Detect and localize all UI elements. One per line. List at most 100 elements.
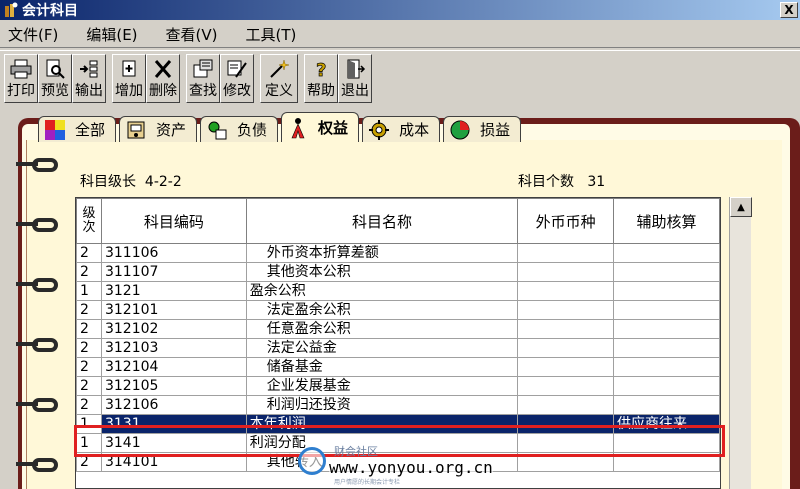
tab-assets[interactable]: 资产 bbox=[119, 116, 198, 142]
table-row[interactable]: 2 312106 利润归还投资 bbox=[76, 395, 720, 415]
print-label: 打印 bbox=[7, 83, 35, 99]
cell-currency bbox=[517, 319, 615, 339]
delete-button[interactable]: 删除 bbox=[146, 54, 180, 103]
menu-bar: 文件(F) 编辑(E) 查看(V) 工具(T) bbox=[0, 21, 800, 48]
menu-view[interactable]: 查看(V) bbox=[162, 24, 222, 45]
menu-file[interactable]: 文件(F) bbox=[4, 24, 62, 45]
equity-icon bbox=[286, 117, 310, 139]
find-label: 查找 bbox=[189, 83, 217, 99]
modify-button[interactable]: 修改 bbox=[220, 54, 254, 103]
col-header-name[interactable]: 科目名称 bbox=[245, 198, 519, 244]
cost-icon bbox=[367, 119, 391, 141]
help-icon: ? bbox=[309, 58, 333, 80]
cell-currency bbox=[517, 357, 615, 377]
table-row[interactable]: 2 312103 法定公益金 bbox=[76, 338, 720, 358]
help-button[interactable]: ? 帮助 bbox=[304, 54, 338, 103]
cell-level: 2 bbox=[76, 319, 102, 339]
binder-ring bbox=[16, 338, 58, 352]
cell-aux bbox=[613, 433, 720, 453]
cell-level: 2 bbox=[76, 300, 102, 320]
col-header-level[interactable]: 级次 bbox=[76, 198, 102, 244]
level-value: 4-2-2 bbox=[144, 174, 182, 190]
help-label: 帮助 bbox=[307, 83, 335, 99]
preview-button[interactable]: 预览 bbox=[38, 54, 72, 103]
toolbar: 打印 预览 输出 增加 删除 查找 修改 定义 ? 帮助 退出 bbox=[0, 50, 800, 106]
table-header-row: 级次 科目编码 科目名称 外币币种 辅助核算 bbox=[76, 198, 720, 244]
cell-name: 利润分配 bbox=[245, 433, 519, 453]
cell-aux: 供应商往来 bbox=[613, 414, 720, 434]
cell-code: 312101 bbox=[100, 300, 247, 320]
tab-cost[interactable]: 成本 bbox=[362, 116, 441, 142]
scroll-up-arrow-icon[interactable]: ▲ bbox=[730, 197, 752, 217]
cell-code: 312103 bbox=[100, 338, 247, 358]
export-label: 输出 bbox=[75, 83, 103, 99]
cell-name: 任意盈余公积 bbox=[245, 319, 519, 339]
cell-code: 312105 bbox=[100, 376, 247, 396]
tab-profit-loss[interactable]: 损益 bbox=[443, 116, 522, 142]
table-row[interactable]: 1 3131 本年利润 供应商往来 bbox=[76, 414, 720, 434]
cell-aux bbox=[613, 300, 720, 320]
table-row[interactable]: 2 311106 外币资本折算差额 bbox=[76, 243, 720, 263]
tab-all-label: 全部 bbox=[75, 121, 106, 139]
level-label: 科目级长 bbox=[80, 174, 136, 190]
cell-code: 312102 bbox=[100, 319, 247, 339]
table-row[interactable]: 2 311107 其他资本公积 bbox=[76, 262, 720, 282]
accounts-grid[interactable]: 级次 科目编码 科目名称 外币币种 辅助核算 2 311106 外币资本折算差额 2 3… bbox=[75, 197, 721, 489]
cell-aux bbox=[613, 452, 720, 472]
cell-currency bbox=[517, 300, 615, 320]
cell-currency bbox=[517, 414, 615, 434]
find-icon bbox=[191, 58, 215, 80]
cell-code: 311106 bbox=[100, 243, 247, 263]
cell-code: 314101 bbox=[100, 452, 247, 472]
delete-icon bbox=[151, 58, 175, 80]
cell-aux bbox=[613, 357, 720, 377]
tab-equity[interactable]: 权益 bbox=[281, 112, 360, 142]
col-header-currency[interactable]: 外币币种 bbox=[517, 198, 615, 244]
account-count-info: 科目个数 31 bbox=[518, 171, 605, 191]
assets-icon bbox=[124, 119, 148, 141]
add-icon bbox=[117, 58, 141, 80]
col-header-aux[interactable]: 辅助核算 bbox=[613, 198, 720, 244]
define-label: 定义 bbox=[265, 83, 293, 99]
table-row[interactable]: 2 312105 企业发展基金 bbox=[76, 376, 720, 396]
cell-currency bbox=[517, 376, 615, 396]
define-button[interactable]: 定义 bbox=[260, 54, 298, 103]
vertical-scrollbar[interactable]: ▲ bbox=[729, 197, 752, 489]
cell-currency bbox=[517, 281, 615, 301]
print-button[interactable]: 打印 bbox=[4, 54, 38, 103]
export-icon bbox=[77, 58, 101, 80]
cell-level: 2 bbox=[76, 357, 102, 377]
close-button[interactable]: X bbox=[780, 2, 798, 18]
svg-text:?: ? bbox=[316, 60, 326, 79]
menu-edit[interactable]: 编辑(E) bbox=[82, 24, 141, 45]
cell-aux bbox=[613, 319, 720, 339]
find-button[interactable]: 查找 bbox=[186, 54, 220, 103]
cell-currency bbox=[517, 395, 615, 415]
tab-all[interactable]: 全部 bbox=[38, 116, 117, 142]
table-row[interactable]: 2 314101 其他转入 bbox=[76, 452, 720, 472]
table-row[interactable]: 2 312104 储备基金 bbox=[76, 357, 720, 377]
menu-tools[interactable]: 工具(T) bbox=[242, 24, 301, 45]
add-label: 增加 bbox=[115, 83, 143, 99]
cell-name: 外币资本折算差额 bbox=[245, 243, 519, 263]
table-row[interactable]: 1 3121 盈余公积 bbox=[76, 281, 720, 301]
cell-code: 311107 bbox=[100, 262, 247, 282]
exit-door-icon bbox=[343, 58, 367, 80]
window-title: 会计科目 bbox=[22, 3, 78, 19]
cell-level: 2 bbox=[76, 262, 102, 282]
table-row[interactable]: 2 312101 法定盈余公积 bbox=[76, 300, 720, 320]
delete-label: 删除 bbox=[149, 83, 177, 99]
table-row[interactable]: 2 312102 任意盈余公积 bbox=[76, 319, 720, 339]
cell-level: 1 bbox=[76, 433, 102, 453]
preview-icon bbox=[43, 58, 67, 80]
cell-aux bbox=[613, 395, 720, 415]
preview-label: 预览 bbox=[41, 83, 69, 99]
col-header-code[interactable]: 科目编码 bbox=[100, 198, 247, 244]
tab-liabilities[interactable]: 负债 bbox=[200, 116, 279, 142]
exit-button[interactable]: 退出 bbox=[338, 54, 372, 103]
binder-ring bbox=[16, 398, 58, 412]
export-button[interactable]: 输出 bbox=[72, 54, 106, 103]
table-row[interactable]: 1 3141 利润分配 bbox=[76, 433, 720, 453]
add-button[interactable]: 增加 bbox=[112, 54, 146, 103]
category-tabs: 全部 资产 负债 权益 成本 损益 bbox=[38, 112, 524, 142]
